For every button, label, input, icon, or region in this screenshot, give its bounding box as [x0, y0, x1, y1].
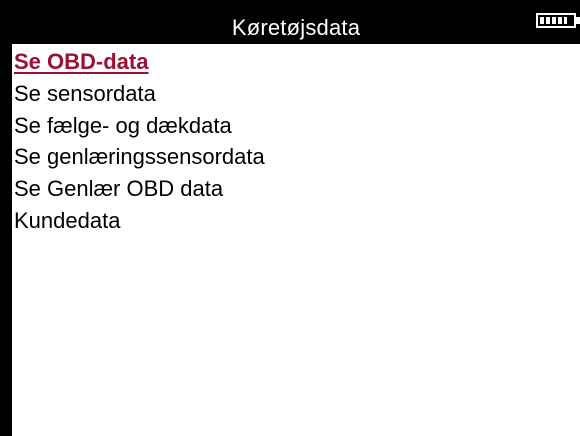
menu-item-kundedata[interactable]: Kundedata — [14, 205, 265, 237]
page-title: Køretøjsdata — [231, 15, 361, 40]
title-bar: Køretøjsdata — [12, 12, 580, 44]
battery-terminal — [576, 17, 580, 24]
menu-item-se-obd-data[interactable]: Se OBD-data — [14, 46, 265, 78]
menu-list: Se OBD-data Se sensordata Se fælge- og d… — [14, 46, 265, 237]
battery-level-fill — [540, 17, 567, 24]
menu-item-se-faelge-og-daekdata[interactable]: Se fælge- og dækdata — [14, 110, 265, 142]
device-screen: Køretøjsdata Se OBD-data Se sensordata S… — [0, 0, 580, 436]
battery-icon — [536, 13, 576, 28]
menu-item-se-genlaeringssensordata[interactable]: Se genlæringssensordata — [14, 141, 265, 173]
menu-panel: Se OBD-data Se sensordata Se fælge- og d… — [12, 44, 580, 436]
menu-item-se-genlaer-obd-data[interactable]: Se Genlær OBD data — [14, 173, 265, 205]
menu-item-se-sensordata[interactable]: Se sensordata — [14, 78, 265, 110]
